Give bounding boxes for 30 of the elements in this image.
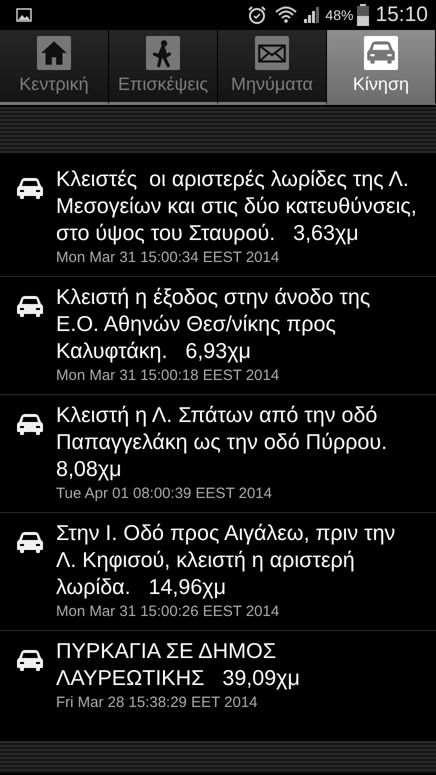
traffic-description: Κλειστή η Λ. Σπάτων από την οδό Παπαγγελάκη ως την οδό Πύρρου. 8,08χμ xyxy=(56,402,388,483)
car-icon xyxy=(16,295,44,318)
envelope-icon xyxy=(255,36,289,70)
image-icon xyxy=(16,8,32,22)
tab[interactable]: Κεντρική xyxy=(0,30,109,105)
house-icon xyxy=(37,36,71,70)
timestamp: Mon Mar 31 15:00:34 EEST 2014 xyxy=(56,248,280,268)
car-icon xyxy=(16,413,44,436)
timestamp: Tue Apr 01 08:00:39 EEST 2014 xyxy=(56,484,273,504)
car-icon xyxy=(16,177,44,200)
car-icon xyxy=(364,36,398,70)
traffic-description: ΠΥΡΚΑΓΙΑ ΣΕ ΔΗΜΟΣ ΛΑΥΡΕΩΤΙΚΗΣ 39,09χμ xyxy=(56,638,301,692)
wifi-icon xyxy=(275,5,298,25)
car-icon xyxy=(16,649,44,672)
battery-percentage: 48% xyxy=(325,7,354,23)
battery-icon xyxy=(357,4,370,26)
walking-person-icon xyxy=(146,36,180,70)
timestamp: Fri Mar 28 15:38:29 EET 2014 xyxy=(56,693,259,713)
signal-icon xyxy=(303,6,322,24)
traffic-description: Κλειστές οι αριστερές λωρίδες της Λ. Μεσογείων και στις δύο κατευθύνσεις, στο ύψος του Σταυρού. 3,63χμ xyxy=(56,166,418,247)
tab[interactable]: Μηνύματα xyxy=(218,30,327,105)
tab[interactable]: Επισκέψεις xyxy=(109,30,218,105)
traffic-description: Κλειστή η έξοδος στην άνοδο της Ε.Ο. Αθηνών Θεσ/νίκης προς Καλυφτάκη. 6,93χμ xyxy=(56,284,372,365)
alarm-clock-icon xyxy=(247,5,268,25)
clock-time: 15:10 xyxy=(375,3,428,27)
traffic-description: Στην Ι. Οδό προς Αιγάλεω, πριν την Λ. Κηφισού, κλειστή η αριστερή λωρίδα. 14,96χμ xyxy=(56,520,396,601)
car-icon xyxy=(16,531,44,554)
timestamp: Mon Mar 31 15:00:26 EEST 2014 xyxy=(56,602,280,622)
timestamp: Mon Mar 31 15:00:18 EEST 2014 xyxy=(56,366,280,386)
tab[interactable]: Κίνηση xyxy=(327,30,436,105)
